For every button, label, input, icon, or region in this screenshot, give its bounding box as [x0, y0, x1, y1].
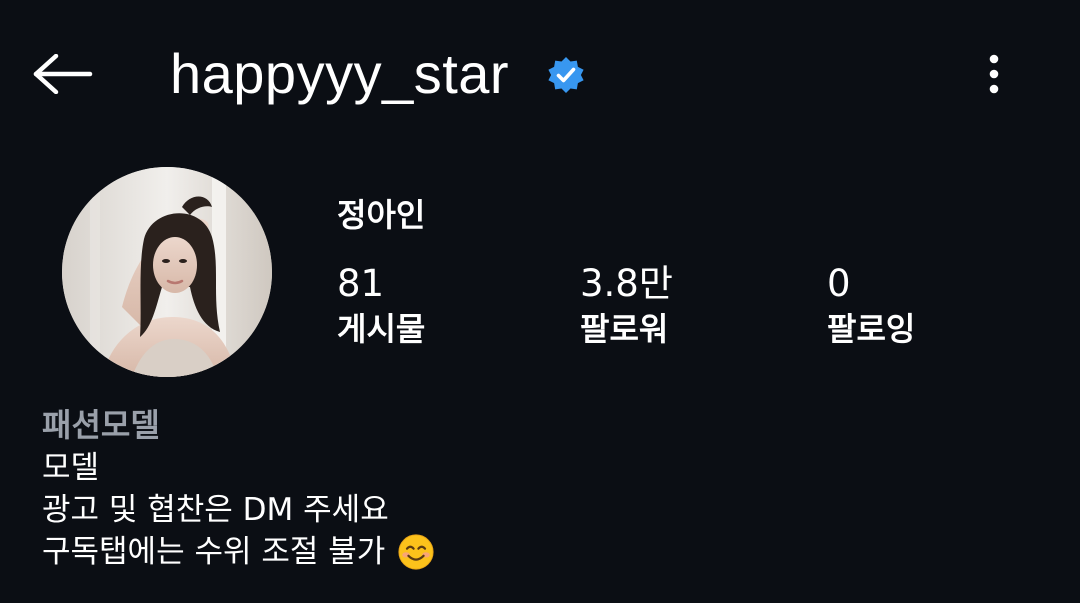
- more-options-button[interactable]: [970, 50, 1018, 98]
- back-button[interactable]: [30, 48, 96, 100]
- posts-count-value: 81: [337, 262, 385, 305]
- profile-username: happyyy_star: [170, 42, 510, 105]
- bio-line: 모델: [42, 450, 100, 486]
- posts-count[interactable]: 81 게시물: [337, 262, 425, 352]
- smiling-face-icon: [398, 534, 434, 570]
- following-count-label: 팔로잉: [827, 310, 916, 348]
- followers-count-label: 팔로워: [580, 310, 669, 348]
- profile-bio: 모델 광고 및 협찬은 DM 주세요 구독탭에는 수위 조절 불가: [42, 447, 435, 573]
- bio-line: 광고 및 협찬은 DM 주세요: [42, 492, 389, 528]
- profile-category: 패션모델: [42, 406, 160, 444]
- bio-line-with-emoji: 구독탭에는 수위 조절 불가: [42, 531, 435, 573]
- arrow-left-icon: [33, 54, 93, 94]
- profile-screen: happyyy_star 정아인 81 게시물 3.8만 팔로워 0 팔로잉 패…: [0, 0, 1080, 603]
- verified-badge-icon: [548, 57, 584, 93]
- bio-line-text: 구독탭에는 수위 조절 불가: [42, 534, 386, 570]
- more-vertical-icon: [989, 54, 999, 94]
- profile-avatar[interactable]: [62, 167, 272, 377]
- following-count-value: 0: [827, 262, 851, 305]
- profile-display-name: 정아인: [337, 196, 426, 234]
- following-count[interactable]: 0 팔로잉: [827, 262, 915, 352]
- profile-photo: [62, 167, 272, 377]
- followers-count[interactable]: 3.8만 팔로워: [580, 262, 673, 352]
- followers-count-value: 3.8만: [580, 262, 673, 305]
- posts-count-label: 게시물: [337, 310, 426, 348]
